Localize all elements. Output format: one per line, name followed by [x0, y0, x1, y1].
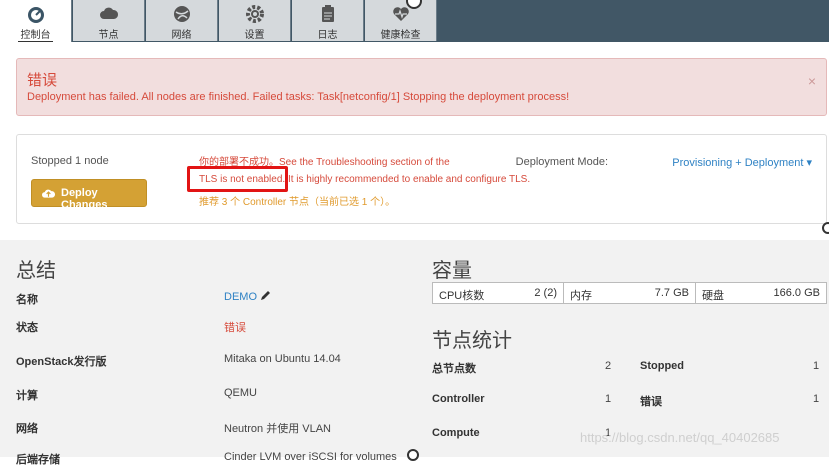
close-icon[interactable]: × [808, 73, 816, 89]
stat-label: Stopped [640, 360, 684, 372]
summary-value: Neutron 并使用 VLAN [224, 423, 331, 435]
deployment-mode-dropdown[interactable]: Provisioning + Deployment ▾ [672, 156, 812, 169]
tab-settings[interactable]: 设置 [219, 0, 291, 41]
capacity-cell: 内存 7.7 GB [564, 283, 696, 303]
tab-label: 设置 [244, 30, 265, 41]
top-nav-bar: 控制台 节点 网络 设置 日志 健康检查 [0, 0, 829, 42]
capacity-cell: CPU核数 2 (2) [433, 283, 564, 303]
summary-key: 计算 [16, 390, 38, 402]
tab-label: 健康检查 [380, 30, 421, 41]
capacity-title: 容量 [432, 260, 472, 282]
summary-key: 后端存储 [16, 454, 60, 466]
stat-label: Controller [432, 393, 485, 405]
tab-label: 节点 [98, 30, 119, 41]
stat-label: 总节点数 [432, 363, 476, 375]
capacity-label: CPU核数 [439, 290, 485, 302]
summary-key: OpenStack发行版 [16, 356, 107, 368]
tab-label: 日志 [317, 30, 338, 41]
tab-label: 网络 [171, 30, 192, 41]
tab-nodes[interactable]: 节点 [73, 0, 145, 41]
summary-title: 总结 [16, 260, 56, 282]
alert-title: 错误 [27, 72, 58, 89]
pencil-icon[interactable] [259, 290, 271, 302]
deploy-changes-button[interactable]: Deploy Changes [31, 179, 147, 211]
deploy-status: Stopped 1 node [31, 155, 109, 167]
summary-key: 名称 [16, 294, 38, 306]
summary-value: Mitaka on Ubuntu 14.04 [224, 353, 341, 365]
capacity-label: 硬盘 [702, 290, 724, 302]
deploy-button-label: Deploy Changes [61, 187, 108, 211]
scroll-handle-icon [822, 222, 829, 234]
stat-value: 1 [605, 393, 612, 405]
watermark: https://blog.csdn.net/qq_40402685 [580, 430, 780, 445]
summary-value: QEMU [224, 387, 257, 399]
globe-icon [173, 6, 190, 22]
cloud-icon [99, 7, 118, 19]
stat-value: 1 [813, 360, 820, 372]
capacity-label: 内存 [570, 290, 592, 302]
deployment-mode-label: Deployment Mode: [515, 156, 608, 168]
gear-icon [245, 5, 264, 23]
tab-logs[interactable]: 日志 [292, 0, 364, 41]
dashboard-icon [27, 7, 44, 23]
stat-label: Compute [432, 427, 480, 439]
capacity-table: CPU核数 2 (2) 内存 7.7 GB 硬盘 166.0 GB [432, 282, 827, 304]
stat-label: 错误 [640, 396, 662, 408]
highlight-box [187, 166, 288, 192]
capacity-value: 2 (2) [534, 287, 557, 299]
capacity-value: 7.7 GB [654, 287, 689, 299]
tab-health-check[interactable]: 健康检查 [365, 0, 437, 41]
stat-value: 2 [605, 360, 612, 372]
heart-icon [392, 7, 409, 21]
node-stats-title: 节点统计 [432, 330, 512, 352]
error-alert: 错误 Deployment has failed. All nodes are … [16, 58, 827, 116]
summary-value: Cinder LVM over iSCSI for volumes [224, 451, 397, 463]
summary-key: 网络 [16, 423, 38, 435]
clipboard-icon [321, 5, 334, 22]
alert-message: Deployment has failed. All nodes are fin… [27, 91, 570, 103]
tab-label: 控制台 [18, 26, 53, 42]
tab-dashboard[interactable]: 控制台 [0, 0, 72, 42]
capacity-cell: 硬盘 166.0 GB [696, 283, 826, 303]
env-name-link[interactable]: DEMO [224, 291, 257, 303]
scroll-handle-icon [407, 449, 419, 461]
stat-value: 1 [813, 393, 820, 405]
upload-cloud-icon [42, 189, 55, 198]
summary-key: 状态 [16, 322, 38, 334]
capacity-value: 166.0 GB [773, 287, 820, 299]
summary-area: 总结 名称 DEMO 状态 错误 OpenStack发行版 Mitaka on … [0, 240, 829, 466]
tab-network[interactable]: 网络 [146, 0, 218, 41]
warning-line-3: 推荐 3 个 Controller 节点（当前已选 1 个）。 [199, 197, 396, 208]
summary-value: 错误 [224, 322, 246, 334]
